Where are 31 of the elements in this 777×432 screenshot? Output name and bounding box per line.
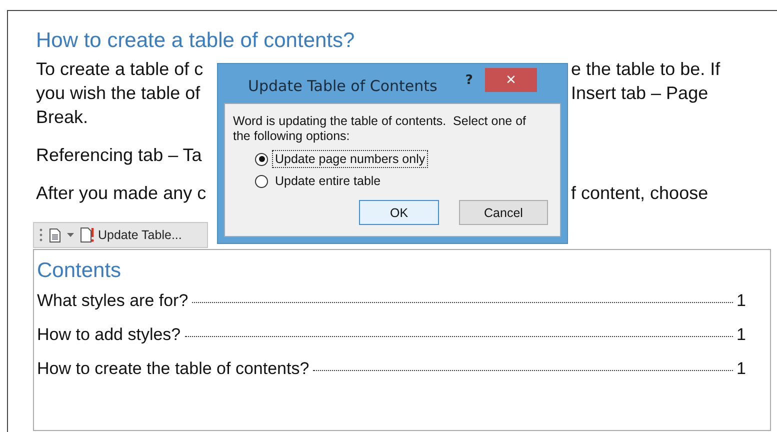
dialog-message: Word is updating the table of contents. Select one of the following options: bbox=[233, 114, 528, 144]
toc-entry[interactable]: How to add styles? bbox=[37, 318, 181, 352]
dialog-button[interactable]: Cancel bbox=[459, 200, 548, 225]
body-text: e the table to be. If bbox=[571, 58, 722, 81]
document-heading: How to create a table of contents? bbox=[36, 28, 356, 54]
body-text: you wish the table of bbox=[36, 82, 200, 105]
body-text: After you made any c bbox=[36, 182, 206, 205]
body-text: To create a table of c bbox=[36, 58, 204, 81]
toc-entry[interactable]: What styles are for? bbox=[37, 284, 188, 318]
document-icon[interactable] bbox=[49, 228, 61, 242]
option-label[interactable]: Update entire table bbox=[272, 172, 384, 190]
radio-button[interactable] bbox=[255, 152, 268, 166]
option-label[interactable]: Update page numbers only bbox=[272, 150, 428, 168]
body-text: f content, choose bbox=[571, 182, 710, 205]
page-number: 1 bbox=[736, 324, 746, 346]
document-warning-icon bbox=[80, 227, 95, 243]
radio-button[interactable] bbox=[255, 174, 268, 188]
body-text: Referencing tab – Ta bbox=[36, 144, 202, 167]
caret-icon[interactable] bbox=[67, 233, 74, 237]
contents-heading: Contents bbox=[37, 258, 122, 284]
page-number: 1 bbox=[736, 358, 746, 380]
page-number: 1 bbox=[736, 290, 746, 312]
toc-entry[interactable]: How to create the table of contents? bbox=[37, 352, 310, 386]
dialog-title: Update Table of Contents bbox=[248, 77, 438, 95]
body-text: Break. bbox=[36, 106, 88, 129]
grip-icon[interactable] bbox=[39, 228, 43, 242]
default-button[interactable]: OK bbox=[359, 200, 439, 225]
help-button[interactable]: ? bbox=[465, 73, 473, 88]
update-table-button[interactable]: Update Table... bbox=[80, 227, 182, 243]
body-text: Insert tab – Page bbox=[571, 82, 710, 105]
close-button[interactable]: × bbox=[484, 68, 537, 92]
